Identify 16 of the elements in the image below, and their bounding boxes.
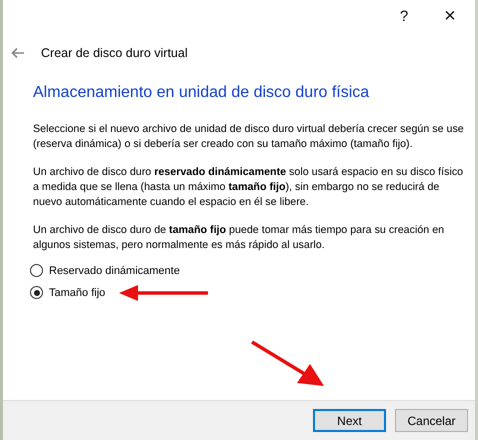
radio-button[interactable]: [30, 264, 43, 277]
page-heading: Almacenamiento en unidad de disco duro física: [33, 84, 370, 102]
radio-option[interactable]: Reservado dinámicamente: [30, 264, 467, 277]
description-paragraph: Seleccione si el nuevo archivo de unidad de disco duro virtual debería crecer según se use (reserva dinámica) o si debería ser creado con su tamaño máximo (tamaño fijo).: [33, 122, 465, 152]
radio-button[interactable]: [30, 286, 43, 299]
radio-label: Reservado dinámicamente: [49, 264, 180, 276]
dialog-button[interactable]: Next: [313, 409, 386, 432]
radio-label: Tamaño fijo: [49, 286, 106, 298]
dialog-button[interactable]: Cancelar: [395, 409, 468, 432]
description-paragraph: Un archivo de disco duro de tamaño fijo puede tomar más tiempo para su creación en algunos sistemas, pero normalmente es más rápido al usarlo.: [33, 223, 446, 253]
back-icon[interactable]: [11, 47, 25, 59]
help-button[interactable]: ?: [381, 8, 427, 24]
radio-option[interactable]: Tamaño fijo: [30, 286, 467, 299]
close-button[interactable]: ×: [427, 4, 473, 28]
description-paragraph: Un archivo de disco duro reservado dinámicamente solo usará espacio en su disco físico a medida que se llena (hasta un máximo tamaño fijo), sin embargo no se reducirá de nuevo automáticamente cuando el espacio en él se libere.: [33, 165, 464, 210]
wizard-title: Crear de disco duro virtual: [41, 46, 188, 60]
